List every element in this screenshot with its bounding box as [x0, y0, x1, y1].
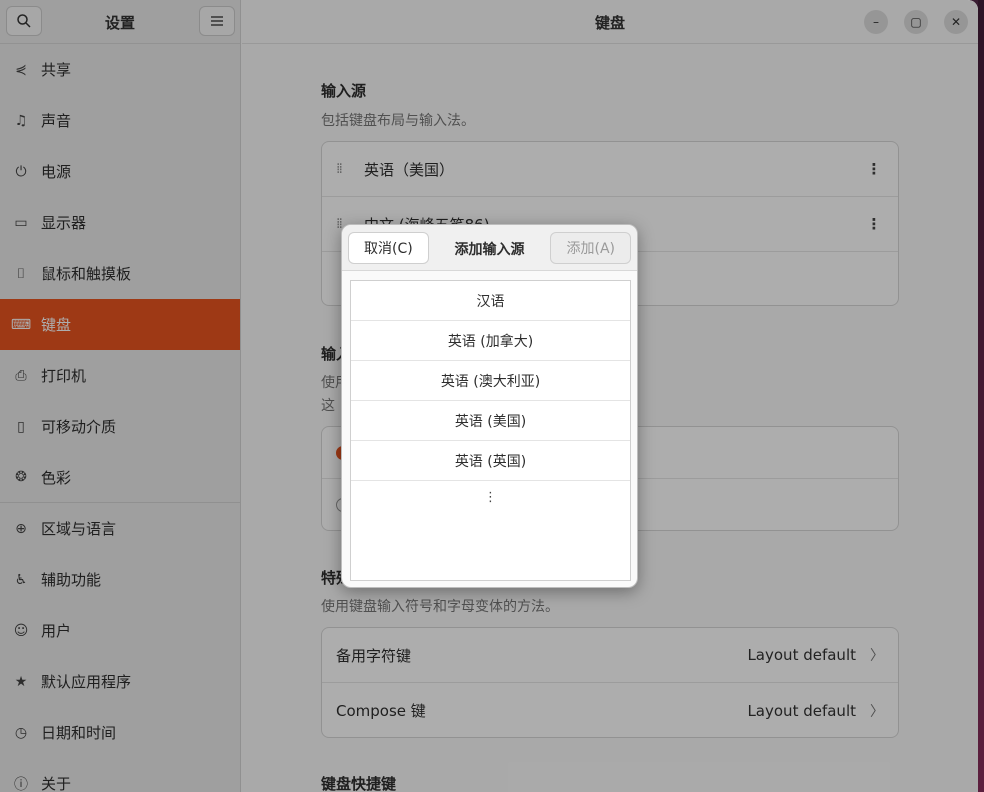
more-languages-item[interactable]: ⋮ — [351, 481, 630, 513]
more-icon: ⋮ — [484, 489, 497, 505]
add-input-source-dialog: 取消(C) 添加输入源 添加(A) 汉语 英语 (加拿大) 英语 (澳大利亚) … — [341, 224, 638, 588]
list-item[interactable]: 英语 (澳大利亚) — [351, 361, 630, 401]
list-item[interactable]: 英语 (美国) — [351, 401, 630, 441]
list-item[interactable]: 汉语 — [351, 281, 630, 321]
settings-window: 设置 ⋞ 共享 ♫ 声音 ⏻ 电源 ▭ 显示器 ⌷ 鼠标和触摸板 ⌨ 键盘 ⎙ 打印机 ▯ 可移… — [0, 0, 978, 792]
desktop-wallpaper — [978, 0, 984, 792]
add-button[interactable]: 添加(A) — [550, 232, 631, 264]
language-list: 汉语 英语 (加拿大) 英语 (澳大利亚) 英语 (美国) 英语 (英国) ⋮ — [350, 280, 631, 581]
dialog-header: 取消(C) 添加输入源 添加(A) — [342, 225, 637, 271]
list-item[interactable]: 英语 (英国) — [351, 441, 630, 481]
list-item[interactable]: 英语 (加拿大) — [351, 321, 630, 361]
